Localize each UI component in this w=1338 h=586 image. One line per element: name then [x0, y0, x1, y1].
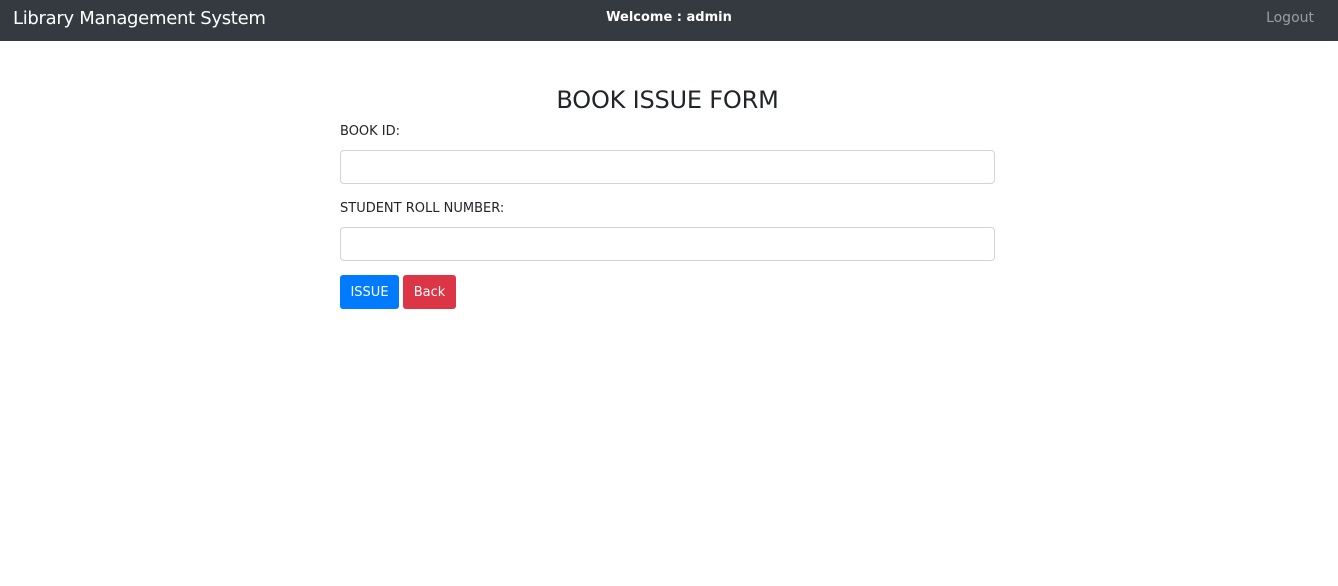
- page-title: BOOK ISSUE FORM: [556, 86, 779, 114]
- student-roll-number-field[interactable]: [340, 227, 995, 261]
- logout-link[interactable]: Logout: [1266, 9, 1314, 27]
- issue-button[interactable]: ISSUE: [340, 275, 399, 309]
- top-navbar: Library Management System Welcome : admi…: [0, 0, 1338, 41]
- student-roll-number-label: STUDENT ROLL NUMBER:: [340, 201, 505, 216]
- brand-link[interactable]: Library Management System: [13, 7, 266, 31]
- book-issue-form-container: BOOK ISSUE FORM BOOK ID: STUDENT ROLL NU…: [340, 41, 995, 309]
- book-id-field[interactable]: [340, 150, 995, 184]
- welcome-label: Welcome : admin: [606, 10, 732, 25]
- book-id-label: BOOK ID:: [340, 124, 401, 139]
- back-button[interactable]: Back: [403, 275, 456, 309]
- form-actions: ISSUE Back: [340, 275, 995, 309]
